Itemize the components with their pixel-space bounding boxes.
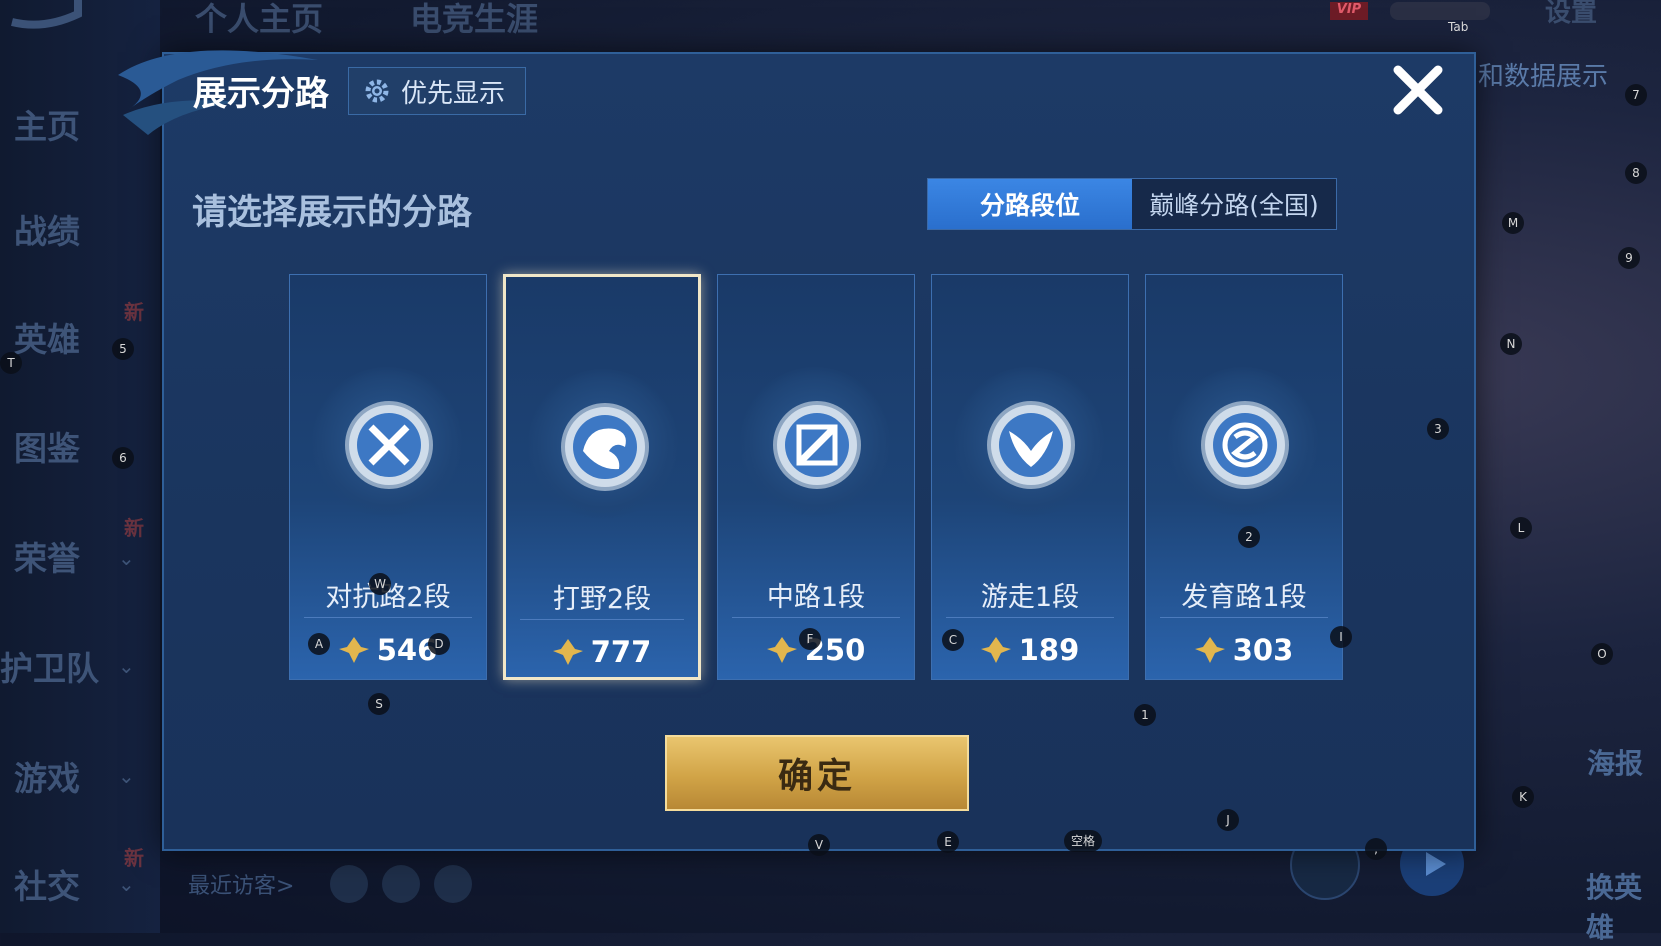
key-hint-space: 空格 bbox=[1064, 830, 1102, 852]
card-divider bbox=[520, 619, 684, 620]
sidebar-item-catalog[interactable]: 图鉴 bbox=[14, 422, 80, 470]
rank-points-icon bbox=[766, 637, 797, 663]
new-badge: 新 bbox=[124, 846, 144, 870]
dialog-title: 展示分路 bbox=[193, 74, 329, 114]
lane-card-farm[interactable]: 发育路1段 303 bbox=[1145, 274, 1343, 680]
gear-icon bbox=[365, 79, 389, 103]
lane-name: 打野2段 bbox=[552, 584, 652, 615]
lane-score-value: 189 bbox=[1018, 633, 1080, 667]
tab-profile[interactable]: 个人主页 bbox=[195, 0, 323, 40]
rank-points-icon bbox=[1194, 637, 1225, 663]
card-divider bbox=[304, 617, 472, 618]
lane-score-value: 777 bbox=[590, 635, 652, 669]
vip-progress bbox=[1390, 2, 1490, 20]
farm-lane-icon bbox=[1201, 401, 1289, 489]
sidebar-item-home[interactable]: 主页 bbox=[14, 100, 80, 148]
key-hint: L bbox=[1510, 517, 1532, 539]
key-hint: S bbox=[368, 693, 390, 715]
rank-points-icon bbox=[980, 637, 1011, 663]
key-hint: 2 bbox=[1238, 526, 1260, 548]
sidebar-item-record[interactable]: 战绩 bbox=[14, 205, 80, 253]
confirm-label: 确定 bbox=[777, 756, 856, 797]
key-hint: , bbox=[1365, 838, 1387, 860]
sidebar-item-honor[interactable]: 荣誉 bbox=[14, 532, 80, 580]
lane-score: 777 bbox=[506, 635, 698, 669]
jungle-dragon-icon bbox=[561, 403, 649, 491]
card-divider bbox=[946, 617, 1114, 618]
back-arrow-icon[interactable] bbox=[4, 0, 86, 32]
right-banner-text: 和数据展示 bbox=[1478, 62, 1609, 92]
chevron-down-icon: ⌄ bbox=[118, 546, 135, 570]
close-icon[interactable] bbox=[1388, 60, 1448, 120]
key-hint: 5 bbox=[112, 338, 134, 360]
lane-card-jungle[interactable]: 打野2段 777 bbox=[503, 274, 701, 680]
chevron-down-icon: ⌄ bbox=[118, 654, 135, 678]
sidebar-item-social[interactable]: 社交 bbox=[14, 860, 80, 908]
key-hint: D bbox=[428, 633, 450, 655]
confirm-button[interactable]: 确定 bbox=[665, 735, 969, 811]
avatar[interactable] bbox=[434, 865, 472, 903]
avatar[interactable] bbox=[330, 865, 368, 903]
key-hint: 8 bbox=[1625, 162, 1647, 184]
priority-display-label: 优先显示 bbox=[401, 78, 506, 109]
sidebar-item-guard[interactable]: 护卫队 bbox=[0, 642, 99, 690]
lane-card-clash[interactable]: 对抗路2段 546 bbox=[289, 274, 487, 680]
key-hint-tab: Tab bbox=[1448, 20, 1469, 34]
clash-lane-icon bbox=[345, 401, 433, 489]
key-hint: 9 bbox=[1618, 247, 1640, 269]
card-divider bbox=[732, 617, 900, 618]
switch-hero-button[interactable]: 换英雄 bbox=[1586, 866, 1661, 946]
key-hint: V bbox=[808, 834, 830, 856]
lane-score-value: 303 bbox=[1232, 633, 1294, 667]
recent-visitors-link[interactable]: 最近访客> bbox=[188, 868, 294, 900]
lane-score: 303 bbox=[1146, 633, 1342, 667]
rank-points-icon bbox=[552, 639, 583, 665]
key-hint: N bbox=[1500, 333, 1522, 355]
key-hint: J bbox=[1217, 809, 1239, 831]
key-hint: W bbox=[369, 573, 391, 595]
lane-card-mid[interactable]: 中路1段 250 bbox=[717, 274, 915, 680]
key-hint: 1 bbox=[1134, 704, 1156, 726]
sidebar-item-heroes[interactable]: 英雄 bbox=[14, 313, 80, 361]
key-hint: 6 bbox=[112, 447, 134, 469]
poster-button[interactable]: 海报 bbox=[1587, 742, 1643, 782]
roam-wings-icon bbox=[987, 401, 1075, 489]
key-hint: C bbox=[942, 629, 964, 651]
key-hint: O bbox=[1591, 643, 1613, 665]
tab-lane-rank[interactable]: 分路段位 bbox=[928, 179, 1132, 229]
mid-lane-icon bbox=[773, 401, 861, 489]
chevron-down-icon: ⌄ bbox=[118, 764, 135, 788]
key-hint: M bbox=[1502, 212, 1524, 234]
lane-name: 游走1段 bbox=[980, 582, 1080, 613]
sidebar-item-game[interactable]: 游戏 bbox=[14, 752, 80, 800]
dialog-subtitle: 请选择展示的分路 bbox=[192, 193, 473, 233]
vip-badge: VIP bbox=[1330, 2, 1368, 20]
priority-display-button[interactable]: 优先显示 bbox=[348, 67, 526, 115]
key-hint: T bbox=[0, 352, 22, 374]
key-hint: 3 bbox=[1427, 418, 1449, 440]
settings-link[interactable]: 设置 bbox=[1545, 0, 1597, 29]
key-hint: 7 bbox=[1625, 84, 1647, 106]
key-hint: K bbox=[1512, 786, 1534, 808]
key-hint: I bbox=[1330, 626, 1352, 648]
lane-card-roam[interactable]: 游走1段 189 bbox=[931, 274, 1129, 680]
key-hint: A bbox=[308, 633, 330, 655]
chevron-down-icon: ⌄ bbox=[118, 872, 135, 896]
card-divider bbox=[1160, 617, 1328, 618]
key-hint: E bbox=[937, 831, 959, 853]
lane-name: 发育路1段 bbox=[1181, 582, 1307, 613]
avatar[interactable] bbox=[382, 865, 420, 903]
rank-points-icon bbox=[338, 637, 369, 663]
tab-peak-lane[interactable]: 巅峰分路(全国) bbox=[1132, 179, 1336, 229]
new-badge: 新 bbox=[124, 516, 144, 540]
lane-tabs: 分路段位 巅峰分路(全国) bbox=[927, 178, 1337, 230]
tab-esports[interactable]: 电竞生涯 bbox=[410, 0, 538, 40]
new-badge: 新 bbox=[124, 300, 144, 324]
key-hint: F bbox=[799, 628, 821, 650]
lane-name: 中路1段 bbox=[766, 582, 866, 613]
